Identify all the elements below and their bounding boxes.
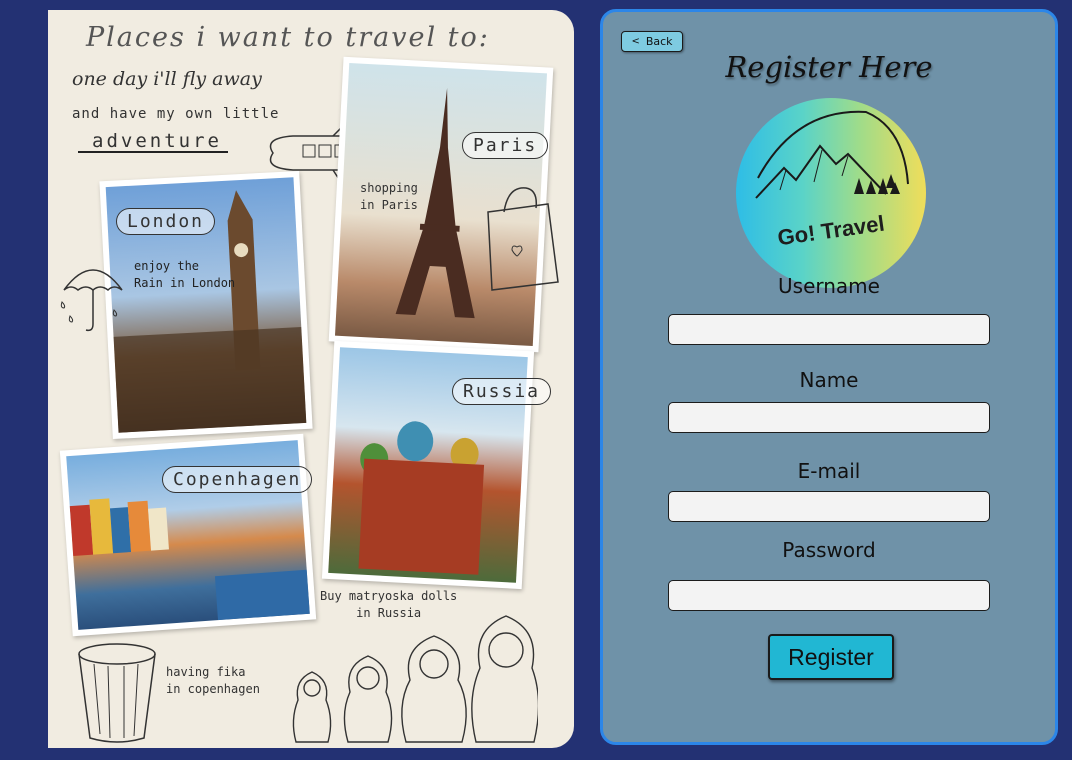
go-travel-logo: Go! Travel — [736, 98, 926, 288]
register-button-label: Register — [788, 643, 874, 670]
page-title: Register Here — [725, 50, 933, 84]
name-label: Name — [799, 368, 859, 392]
london-note: enjoy the Rain in London — [134, 259, 236, 290]
chevron-left-icon: < — [631, 36, 640, 47]
paris-note: shopping in Paris — [360, 181, 418, 212]
copenhagen-photo — [59, 433, 317, 637]
back-button[interactable]: < Back — [621, 31, 683, 52]
copenhagen-note: having fika in copenhagen — [166, 665, 260, 696]
mountain-icon — [755, 110, 909, 199]
shopping-bag-icon — [487, 187, 559, 291]
password-label: Password — [782, 538, 876, 562]
russia-bubble: Russia — [452, 378, 552, 405]
collage-title: Places i want to travel to: — [86, 22, 490, 53]
travel-collage: Places i want to travel to: one day i'll… — [48, 10, 574, 748]
cup-icon — [78, 643, 156, 743]
email-input[interactable] — [668, 491, 990, 522]
matryoshka-icon — [292, 615, 538, 743]
password-input[interactable] — [668, 580, 990, 611]
back-button-label: Back — [645, 35, 673, 48]
name-input[interactable] — [668, 402, 990, 433]
collage-line-own-little: and have my own little — [72, 106, 280, 122]
username-label: Username — [778, 274, 880, 298]
umbrella-icon — [60, 269, 123, 332]
register-panel: < Back Register Here Go! Travel Username… — [600, 9, 1058, 745]
collage-line-fly-away: one day i'll fly away — [72, 68, 262, 90]
copenhagen-bubble: Copenhagen — [162, 466, 313, 493]
username-input[interactable] — [668, 314, 990, 345]
paris-bubble: Paris — [462, 132, 549, 159]
collage-line-adventure: adventure — [92, 130, 222, 152]
london-bubble: London — [116, 208, 216, 235]
adventure-underline — [78, 151, 228, 153]
email-label: E-mail — [797, 459, 861, 483]
register-button[interactable]: Register — [768, 634, 894, 680]
